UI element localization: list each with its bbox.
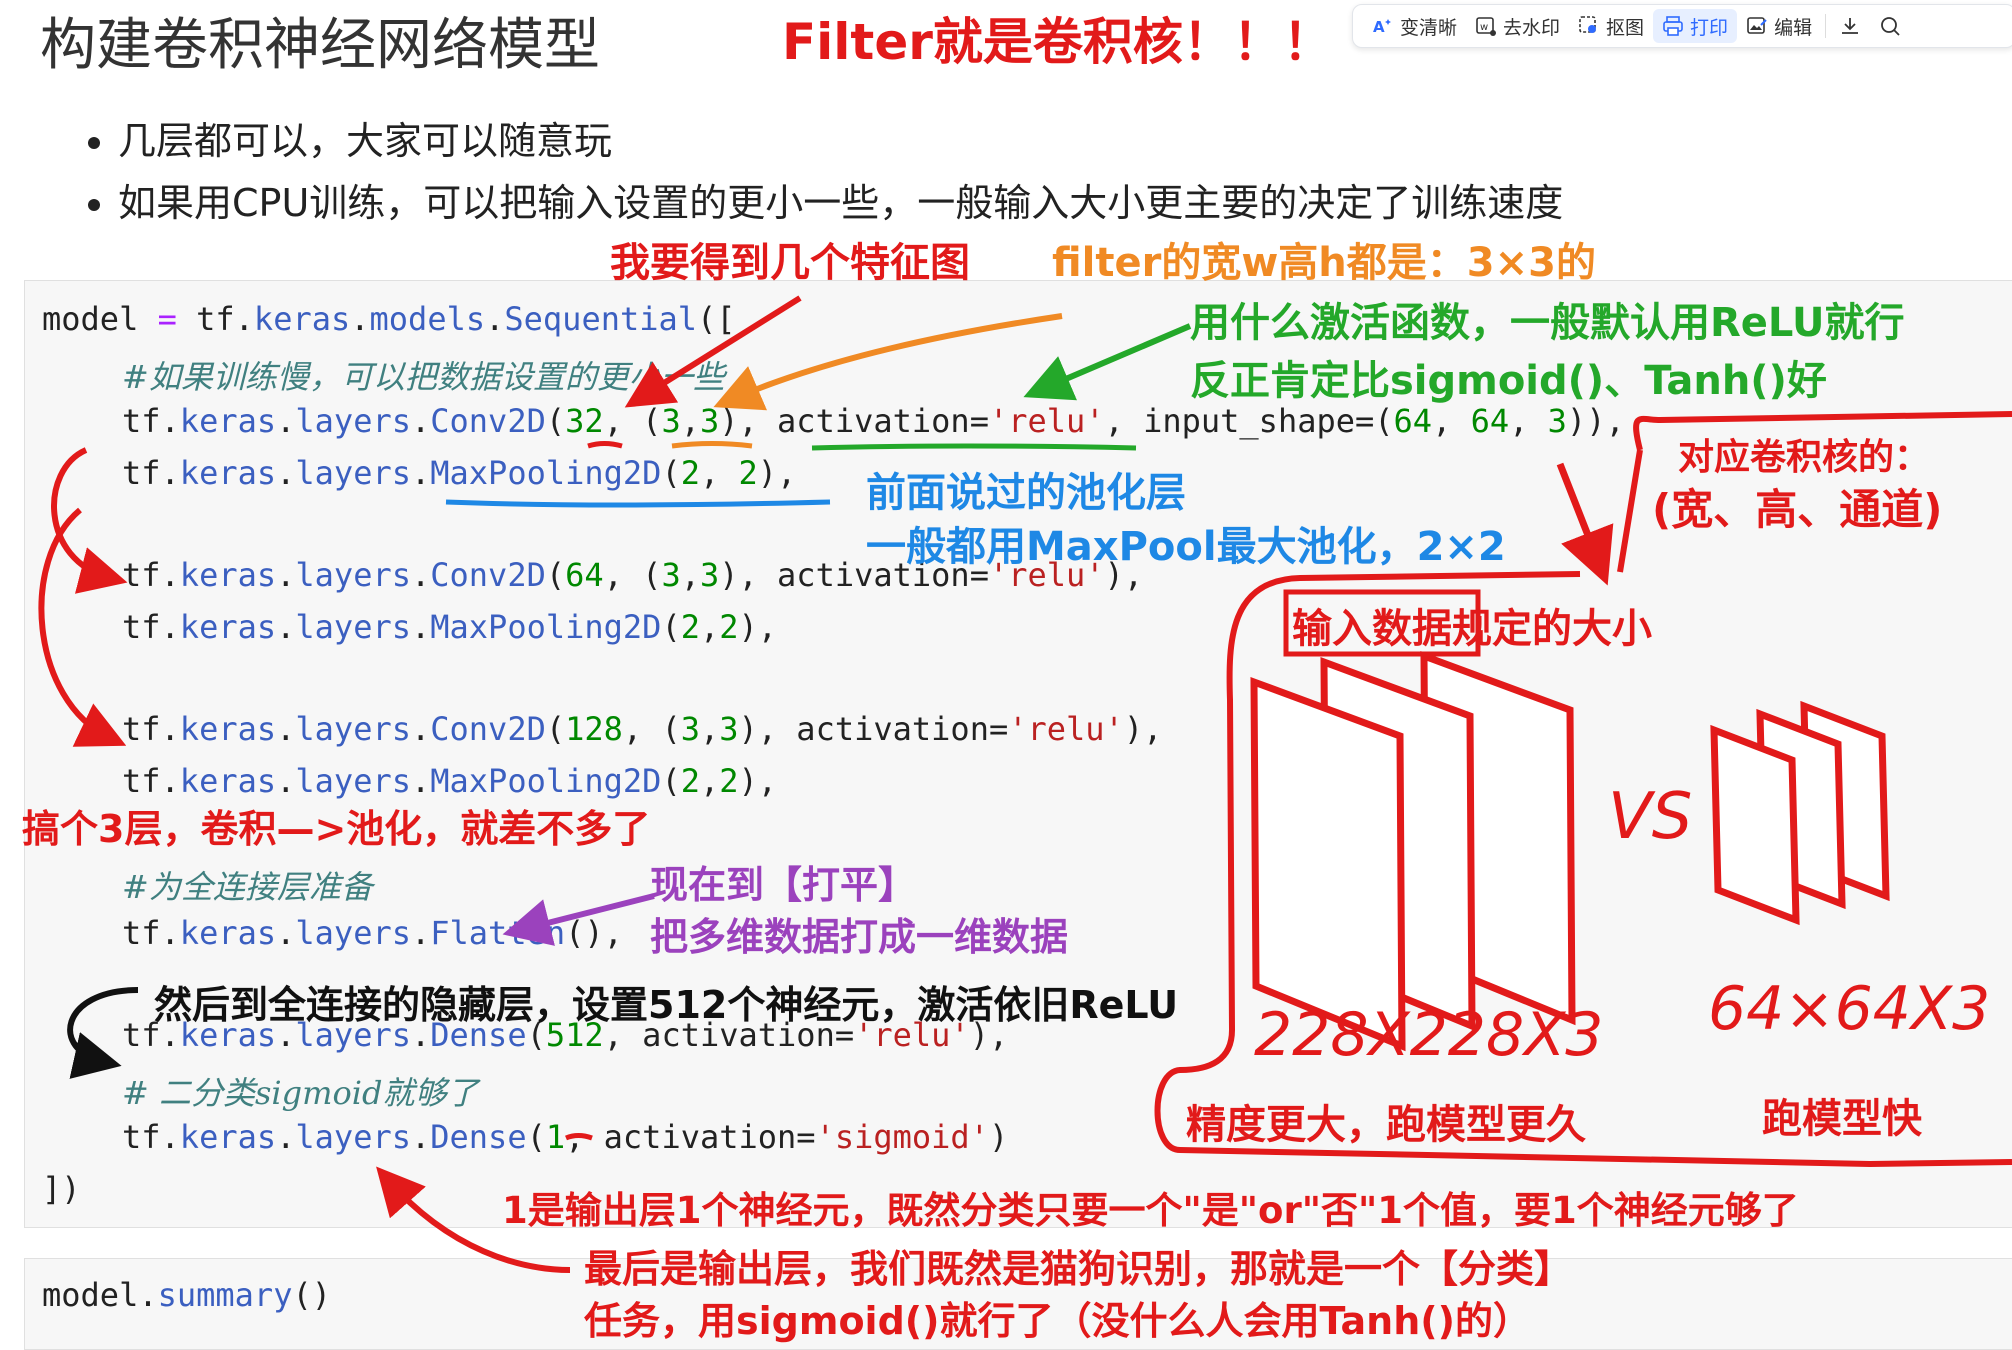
note-flatten-1: 现在到【打平】	[650, 854, 916, 909]
arrow-activation	[1040, 326, 1190, 390]
feature-maps-small	[1714, 706, 1886, 920]
note-pool-2: 一般都用MaxPool最大池化，2×2	[866, 514, 1506, 572]
note-pool-1: 前面说过的池化层	[866, 460, 1186, 518]
note-activation-1: 用什么激活函数，一般默认用ReLU就行	[1190, 290, 1904, 348]
note-flatten-2: 把多维数据打成一维数据	[650, 906, 1068, 961]
arrow-loop-1	[54, 450, 110, 578]
note-output-layer-2: 任务，用sigmoid()就行了（没什么人会用Tanh()的）	[584, 1290, 1531, 1345]
note-filter-size: filter的宽w高h都是：3×3的	[1052, 230, 1596, 288]
note-activation-2: 反正肯定比sigmoid()、Tanh()好	[1190, 348, 1827, 406]
arrow-filter-size	[730, 316, 1062, 400]
note-large-desc: 精度更大，跑模型更久	[1186, 1092, 1586, 1150]
underline-filters	[588, 444, 622, 447]
underline-kernel	[672, 444, 752, 447]
note-three-layers: 搞个3层，卷积—>池化，就差不多了	[22, 798, 650, 853]
note-input-size: 输入数据规定的大小	[1292, 596, 1652, 654]
note-output-layer-1: 最后是输出层，我们既然是猫狗识别，那就是一个【分类】	[584, 1238, 1572, 1293]
annotation-overlay	[0, 0, 2012, 1334]
note-size-large: 228X228X3	[1254, 1000, 1603, 1070]
feature-maps-large	[1254, 656, 1572, 1046]
note-size-small: 64×64X3	[1708, 974, 1990, 1044]
note-dense-hidden: 然后到全连接的隐藏层，设置512个神经元，激活依旧ReLU	[154, 974, 1178, 1029]
arrow-flatten	[520, 896, 654, 930]
underline-output-unit	[566, 1136, 592, 1139]
underline-activation	[812, 446, 1136, 448]
note-vs: VS	[1608, 780, 1692, 854]
arrow-dense-hidden	[70, 990, 138, 1062]
note-channel-1: 对应卷积核的：	[1678, 428, 1930, 480]
note-feature-maps: 我要得到几个特征图	[610, 230, 970, 288]
bracket-channel-tail	[1620, 450, 1640, 572]
note-small-desc: 跑模型快	[1762, 1086, 1922, 1144]
note-channel-2: (宽、高、通道)	[1652, 476, 1942, 537]
arrow-input-shape	[1560, 464, 1600, 566]
arrow-loop-2	[41, 510, 110, 738]
underline-maxpool	[446, 502, 830, 505]
note-output-neuron: 1是输出层1个神经元，既然分类只要一个"是"or"否"1个值，要1个神经元够了	[502, 1180, 1799, 1234]
